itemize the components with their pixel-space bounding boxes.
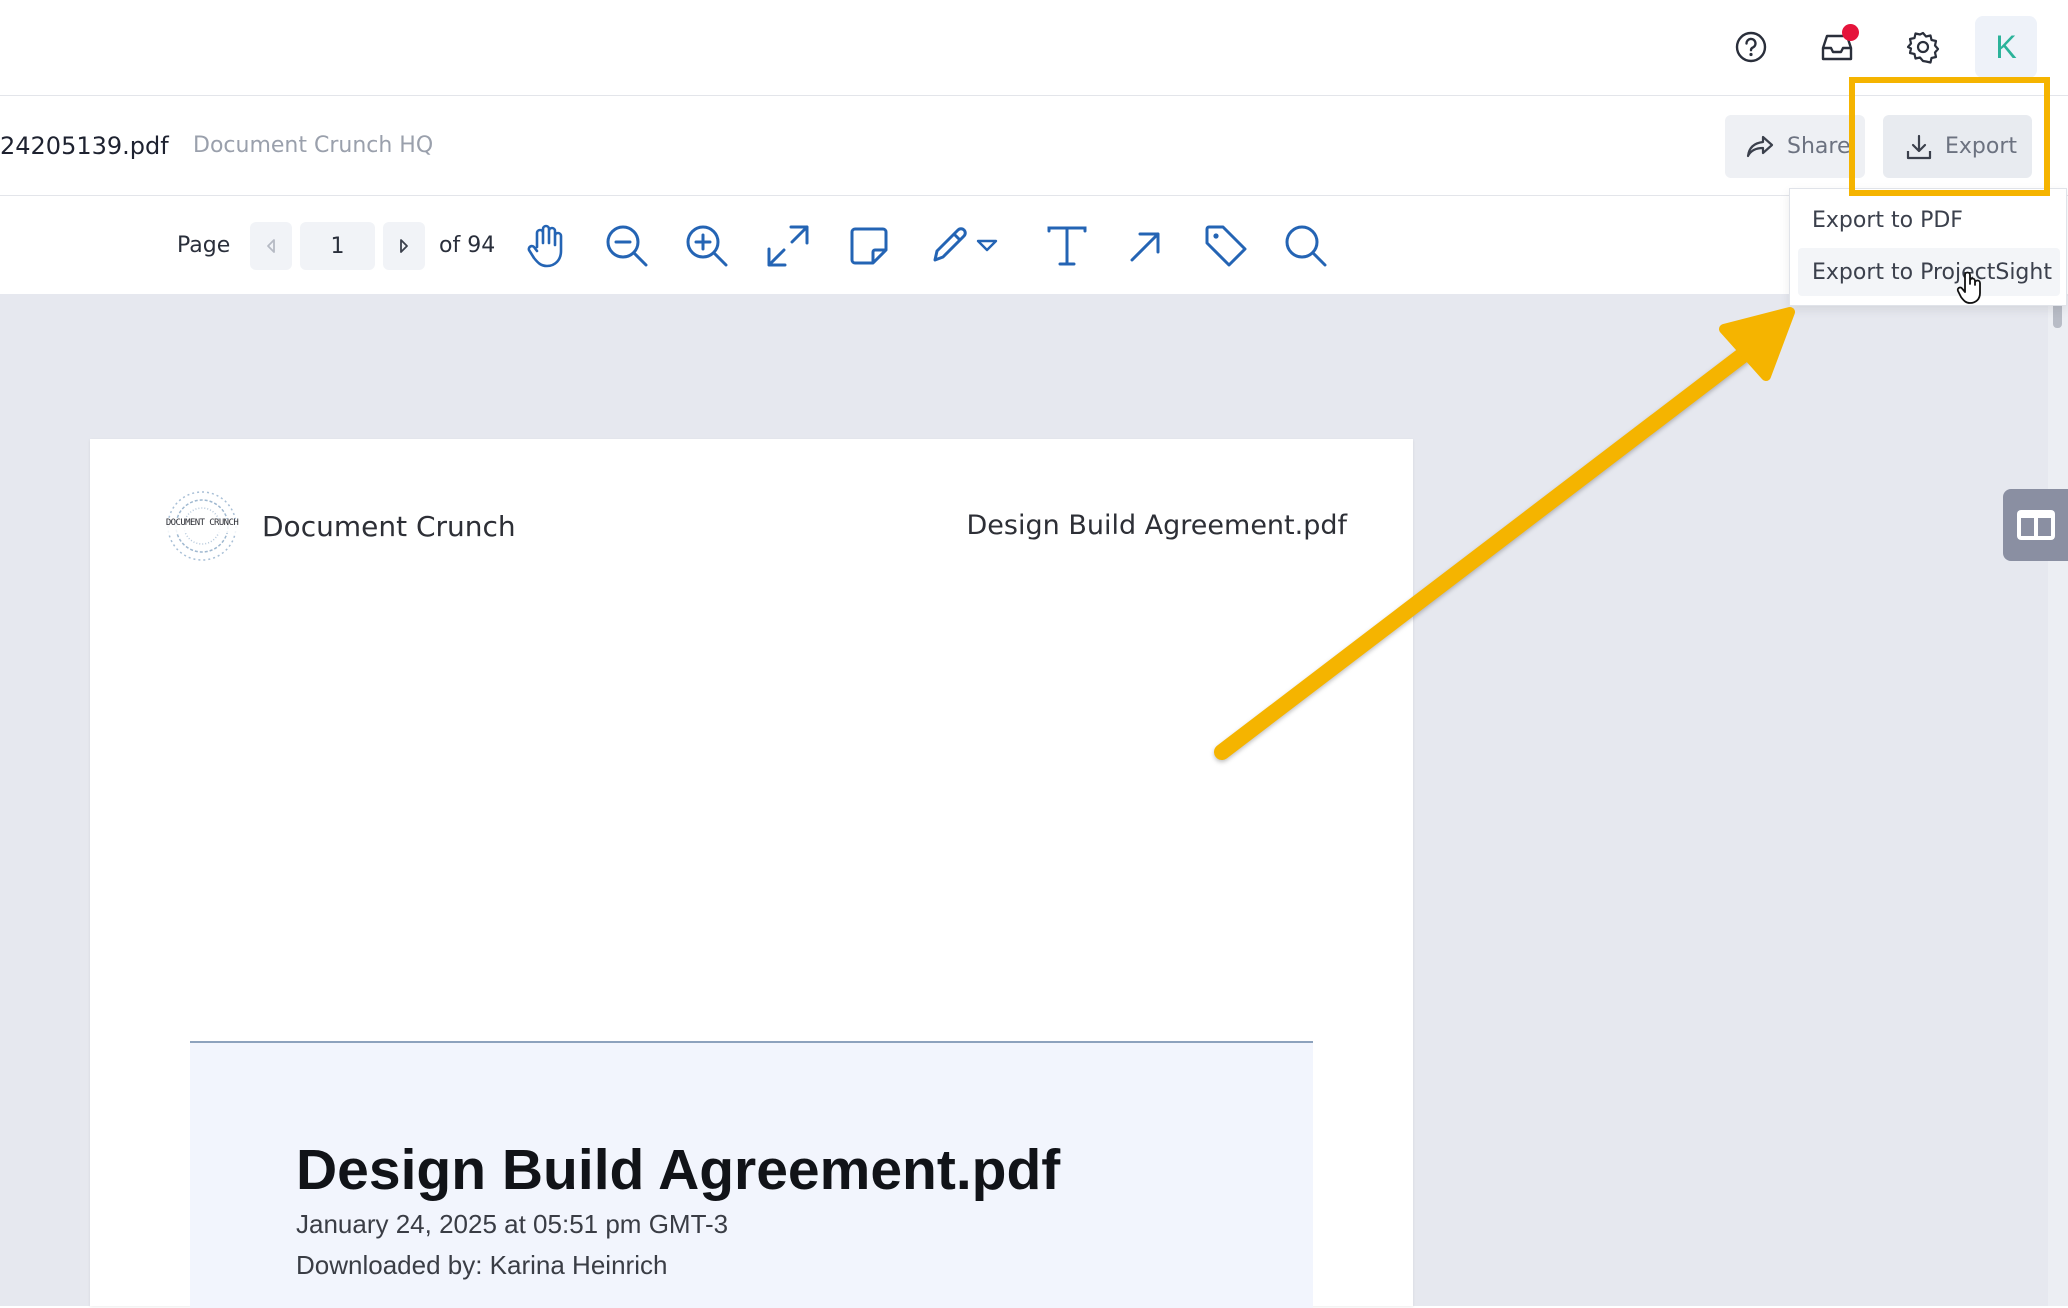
share-label: Share <box>1787 134 1851 159</box>
search-icon[interactable] <box>1279 219 1333 273</box>
text-icon[interactable] <box>1040 219 1094 273</box>
chevron-right-icon <box>400 239 408 253</box>
help-icon[interactable] <box>1731 27 1771 67</box>
tag-icon[interactable] <box>1199 219 1253 273</box>
document-organization: Document Crunch HQ <box>193 133 434 158</box>
user-avatar[interactable]: K <box>1975 16 2037 78</box>
sticky-note-icon[interactable] <box>842 219 896 273</box>
hand-cursor-icon <box>1956 269 1986 310</box>
viewer-scrollbar[interactable] <box>2048 296 2068 1306</box>
arrow-tool-icon[interactable] <box>1119 219 1173 273</box>
share-button[interactable]: Share <box>1725 115 1865 178</box>
zoom-out-icon[interactable] <box>600 219 654 273</box>
fit-expand-icon[interactable] <box>761 219 815 273</box>
downloaded-by: Downloaded by: Karina Heinrich <box>296 1250 668 1280</box>
zoom-in-icon[interactable] <box>680 219 734 273</box>
pdf-header-file-name: Design Build Agreement.pdf <box>966 510 1347 541</box>
document-crunch-logo: DOCUMENT CRUNCH <box>155 488 249 564</box>
page-label: Page <box>177 233 231 258</box>
export-to-projectsight-option[interactable]: Export to ProjectSight <box>1798 248 2060 296</box>
export-label: Export <box>1945 134 2018 159</box>
pen-dropdown-icon[interactable] <box>972 219 1002 273</box>
logo-text: DOCUMENT CRUNCH <box>165 518 239 528</box>
chevron-left-icon <box>267 239 275 253</box>
download-icon <box>1906 134 1932 159</box>
export-button[interactable]: Export <box>1883 115 2032 178</box>
page-number-input[interactable] <box>300 222 375 270</box>
share-icon <box>1746 135 1774 157</box>
cover-title: Design Build Agreement.pdf <box>296 1138 1061 1202</box>
total-pages-label: of 94 <box>439 233 496 258</box>
pen-icon[interactable] <box>922 219 976 273</box>
next-page-button[interactable] <box>383 222 425 270</box>
document-file-name: 24205139.pdf <box>0 132 169 160</box>
pan-hand-icon[interactable] <box>520 219 574 273</box>
export-to-pdf-option[interactable]: Export to PDF <box>1798 196 2060 244</box>
split-view-icon <box>2016 510 2055 540</box>
settings-icon[interactable] <box>1903 27 1943 67</box>
previous-page-button[interactable] <box>250 222 292 270</box>
cover-date: January 24, 2025 at 05:51 pm GMT-3 <box>296 1209 729 1239</box>
pdf-brand-name: Document Crunch <box>262 510 516 543</box>
export-dropdown-menu: Export to PDF Export to ProjectSight <box>1789 188 2067 306</box>
side-panel-toggle[interactable] <box>2003 489 2068 561</box>
notification-badge <box>1842 24 1859 41</box>
